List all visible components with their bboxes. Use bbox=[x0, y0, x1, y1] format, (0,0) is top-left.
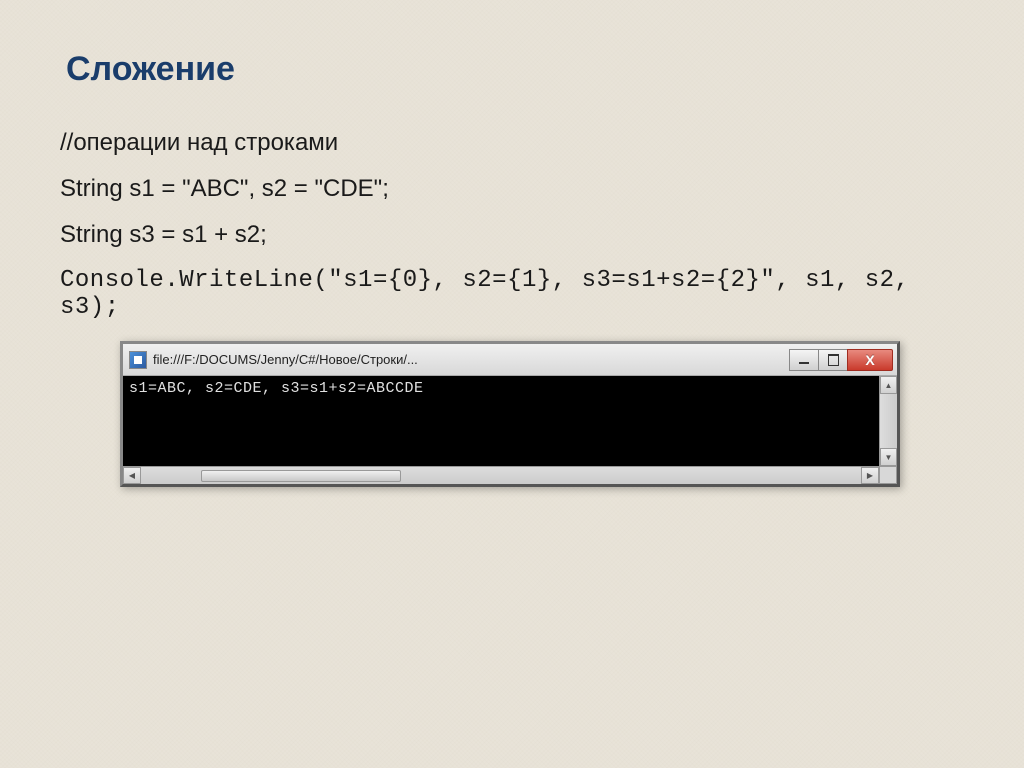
horizontal-scroll-track[interactable] bbox=[141, 467, 861, 484]
scroll-down-icon[interactable]: ▼ bbox=[880, 448, 897, 466]
window-title-text: file:///F:/DOCUMS/Jenny/C#/Новое/Строки/… bbox=[153, 352, 790, 367]
code-comment: //операции над строками bbox=[60, 129, 964, 157]
scroll-up-icon[interactable]: ▲ bbox=[880, 376, 897, 394]
code-line-writeline: Console.WriteLine("s1={0}, s2={1}, s3=s1… bbox=[60, 267, 964, 321]
scroll-right-icon[interactable]: ▶ bbox=[861, 467, 879, 484]
title-bar[interactable]: file:///F:/DOCUMS/Jenny/C#/Новое/Строки/… bbox=[123, 344, 897, 376]
horizontal-scroll-thumb[interactable] bbox=[201, 470, 401, 482]
code-line-declare1: String s1 = "ABC", s2 = "CDE"; bbox=[60, 175, 964, 203]
vertical-scroll-track[interactable] bbox=[880, 394, 897, 448]
code-line-declare2: String s3 = s1 + s2; bbox=[60, 221, 964, 249]
window-controls: X bbox=[790, 349, 893, 371]
maximize-button[interactable] bbox=[818, 349, 848, 371]
minimize-button[interactable] bbox=[789, 349, 819, 371]
close-button[interactable]: X bbox=[847, 349, 893, 371]
vertical-scrollbar[interactable]: ▲ ▼ bbox=[879, 376, 897, 466]
console-window: file:///F:/DOCUMS/Jenny/C#/Новое/Строки/… bbox=[120, 341, 900, 487]
page-title: Сложение bbox=[66, 50, 964, 89]
scroll-left-icon[interactable]: ◀ bbox=[123, 467, 141, 484]
scrollbar-corner bbox=[879, 466, 897, 484]
console-output: s1=ABC, s2=CDE, s3=s1+s2=ABCCDE bbox=[123, 376, 879, 466]
console-app-icon bbox=[129, 351, 147, 369]
horizontal-scrollbar[interactable]: ◀ ▶ bbox=[123, 466, 879, 484]
